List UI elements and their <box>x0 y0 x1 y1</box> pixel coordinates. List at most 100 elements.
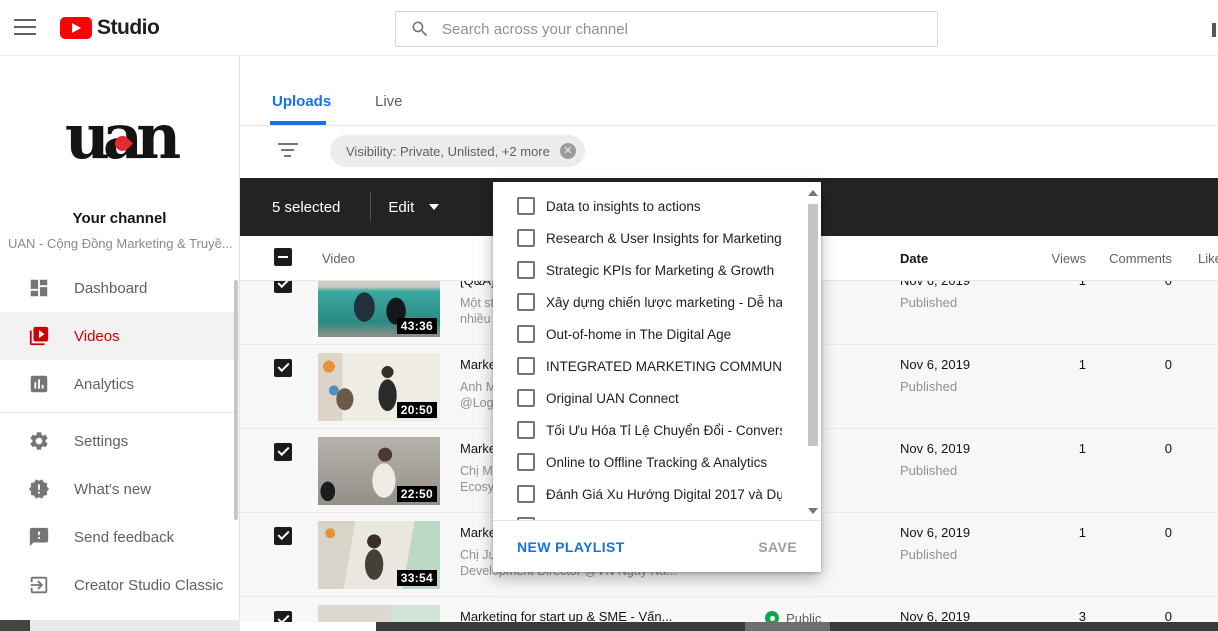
checkbox-unchecked[interactable] <box>517 197 535 215</box>
views-count: 3 <box>1020 597 1086 622</box>
checkbox-unchecked[interactable] <box>517 421 535 439</box>
video-date: Nov 6, 2019 <box>900 525 1020 540</box>
checkbox-unchecked[interactable] <box>517 357 535 375</box>
views-count: 1 <box>1020 281 1086 344</box>
duration-badge: 33:54 <box>397 570 437 586</box>
video-status: Published <box>900 379 1020 394</box>
visibility-label: Public <box>786 611 821 622</box>
video-thumbnail <box>318 605 440 622</box>
scroll-up-icon[interactable] <box>808 190 818 196</box>
sidebar-scrollbar[interactable] <box>234 280 238 520</box>
playlist-option[interactable]: Online to Offline Tracking & Analytics <box>493 446 821 478</box>
edit-dropdown-button[interactable]: Edit <box>388 199 439 216</box>
sidebar-item-send-feedback[interactable]: Send feedback <box>0 513 239 561</box>
playlist-option[interactable]: Science Marketing <box>493 510 821 520</box>
sidebar-item-dashboard[interactable]: Dashboard <box>0 264 239 312</box>
playlist-option[interactable]: Đánh Giá Xu Hướng Digital 2017 và Dự ... <box>493 478 821 510</box>
tabs-row: Uploads Live <box>240 56 1218 126</box>
sidebar-item-creator-studio-classic[interactable]: Creator Studio Classic <box>0 561 239 609</box>
column-header-comments[interactable]: Comments <box>1086 251 1172 266</box>
comments-count: 0 <box>1086 345 1172 428</box>
studio-logo-text: Studio <box>97 16 159 40</box>
scrollbar-thumb[interactable] <box>808 204 818 446</box>
new-playlist-button[interactable]: NEW PLAYLIST <box>517 539 625 555</box>
playlist-option[interactable]: Research & User Insights for Marketing <box>493 222 821 254</box>
scroll-down-icon[interactable] <box>808 508 818 514</box>
column-header-likes[interactable]: Like <box>1172 251 1218 266</box>
youtube-play-icon <box>60 17 92 39</box>
video-status: Published <box>900 295 1020 310</box>
hamburger-menu-icon[interactable] <box>14 19 36 35</box>
search-icon <box>410 19 430 39</box>
row-checkbox-checked[interactable] <box>274 527 292 545</box>
gear-icon <box>28 430 50 452</box>
bottom-scrollbar-track[interactable] <box>30 620 240 631</box>
row-checkbox-checked[interactable] <box>274 443 292 461</box>
add-to-playlist-popup: Data to insights to actions Research & U… <box>493 182 821 572</box>
bottom-bar[interactable] <box>376 622 1218 631</box>
public-icon <box>765 611 779 622</box>
playlist-option[interactable]: Out-of-home in The Digital Age <box>493 318 821 350</box>
video-thumbnail: 43:36 <box>318 281 440 337</box>
video-status: Published <box>900 463 1020 478</box>
video-row[interactable]: Marketing for start up & SME - Vấn... Pu… <box>240 597 1218 622</box>
comments-count: 0 <box>1086 281 1172 344</box>
views-count: 1 <box>1020 513 1086 596</box>
checkbox-unchecked[interactable] <box>517 293 535 311</box>
channel-search-box[interactable] <box>395 11 938 47</box>
close-icon[interactable]: ✕ <box>560 143 576 159</box>
checkbox-unchecked[interactable] <box>517 229 535 247</box>
comments-count: 0 <box>1086 513 1172 596</box>
whats-new-icon <box>28 478 50 500</box>
save-button[interactable]: SAVE <box>758 539 797 555</box>
search-input[interactable] <box>442 21 937 38</box>
video-thumbnail: 20:50 <box>318 353 440 421</box>
sidebar: uan Your channel UAN - Cộng Đồng Marketi… <box>0 56 240 622</box>
bottom-scrollbar-thumb-left[interactable] <box>0 620 30 631</box>
checkbox-unchecked[interactable] <box>517 325 535 343</box>
column-header-views[interactable]: Views <box>1020 251 1086 266</box>
toolbar-divider <box>370 192 371 222</box>
youtube-studio-logo[interactable]: Studio <box>60 16 159 40</box>
video-date: Nov 6, 2019 <box>900 441 1020 456</box>
visibility-filter-chip[interactable]: Visibility: Private, Unlisted, +2 more ✕ <box>330 135 585 167</box>
sidebar-item-analytics[interactable]: Analytics <box>0 360 239 408</box>
comments-count: 0 <box>1086 429 1172 512</box>
dashboard-icon <box>28 277 50 299</box>
youtube-studio-app: Studio uan Your channel UAN - Cộng Đồng … <box>0 0 1218 631</box>
playlist-option[interactable]: INTEGRATED MARKETING COMMUNIC... <box>493 350 821 382</box>
video-date: Nov 6, 2019 <box>900 609 1020 622</box>
column-header-date[interactable]: Date <box>900 251 1020 266</box>
sidebar-item-videos[interactable]: Videos <box>0 312 239 360</box>
playlist-option[interactable]: Data to insights to actions <box>493 190 821 222</box>
playlist-option[interactable]: Original UAN Connect <box>493 382 821 414</box>
video-date: Nov 6, 2019 <box>900 357 1020 372</box>
sidebar-nav: Dashboard Videos Analytics Settings What… <box>0 264 239 609</box>
filter-icon[interactable] <box>278 143 298 161</box>
popup-scrollbar[interactable] <box>806 188 819 516</box>
sidebar-item-whats-new[interactable]: What's new <box>0 465 239 513</box>
checkbox-unchecked[interactable] <box>517 453 535 471</box>
sidebar-item-settings[interactable]: Settings <box>0 417 239 465</box>
checkbox-unchecked[interactable] <box>517 389 535 407</box>
analytics-icon <box>28 373 50 395</box>
playlist-option[interactable]: Tối Ưu Hóa Tỉ Lệ Chuyển Đổi - Conversi..… <box>493 414 821 446</box>
scrollbar-sliver[interactable] <box>1212 23 1216 37</box>
playlist-option[interactable]: Xây dựng chiến lược marketing - Dễ hay..… <box>493 286 821 318</box>
videos-icon <box>28 325 50 347</box>
video-status: Published <box>900 547 1020 562</box>
select-all-checkbox[interactable] <box>274 248 292 266</box>
playlist-option[interactable]: Strategic KPIs for Marketing & Growth <box>493 254 821 286</box>
duration-badge: 20:50 <box>397 402 437 418</box>
row-checkbox-checked[interactable] <box>274 281 292 293</box>
duration-badge: 22:50 <box>397 486 437 502</box>
bottom-bar-thumb[interactable] <box>745 622 830 631</box>
row-checkbox-checked[interactable] <box>274 611 292 622</box>
checkbox-unchecked[interactable] <box>517 485 535 503</box>
channel-avatar[interactable]: uan <box>55 106 185 176</box>
row-checkbox-checked[interactable] <box>274 359 292 377</box>
tab-live[interactable]: Live <box>375 93 403 110</box>
video-title[interactable]: Marketing for start up & SME - Vấn... <box>460 609 765 622</box>
checkbox-unchecked[interactable] <box>517 261 535 279</box>
tab-uploads[interactable]: Uploads <box>272 93 331 110</box>
